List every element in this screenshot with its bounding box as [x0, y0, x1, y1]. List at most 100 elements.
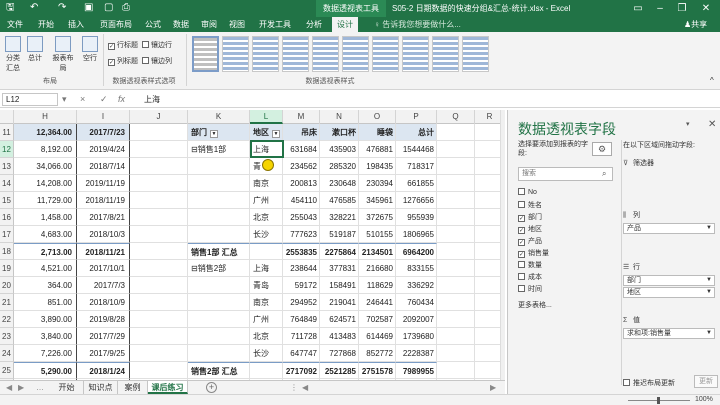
row-header[interactable]: 18 — [0, 243, 14, 260]
cell-q[interactable] — [437, 226, 475, 243]
cell-h[interactable]: 8,192.00 — [14, 141, 77, 158]
cell-m[interactable]: 59172 — [283, 277, 320, 294]
cell-h[interactable]: 364.00 — [14, 277, 77, 294]
cell-h[interactable]: 4,683.00 — [14, 226, 77, 243]
cell-k[interactable]: 部门 ▼ — [188, 124, 250, 141]
cell-k[interactable] — [188, 158, 250, 175]
print-icon[interactable]: ⎙ — [122, 2, 130, 14]
pivot-style-thumbnail[interactable] — [252, 36, 279, 72]
field-checkbox[interactable]: 姓名 — [518, 200, 542, 210]
field-checkbox[interactable]: No — [518, 188, 537, 196]
cell-j[interactable] — [130, 209, 188, 226]
cell-h[interactable]: 11,729.00 — [14, 192, 77, 209]
cell-k[interactable] — [188, 294, 250, 311]
pivot-style-thumbnail[interactable] — [312, 36, 339, 72]
cell-n[interactable]: 2275864 — [320, 243, 359, 260]
cell-o[interactable]: 614469 — [359, 328, 396, 345]
more-tables-link[interactable]: 更多表格... — [518, 300, 552, 310]
collapse-ribbon-icon[interactable]: ^ — [710, 76, 714, 85]
cell-m[interactable]: 294952 — [283, 294, 320, 311]
row-header[interactable]: 16 — [0, 209, 14, 226]
vertical-scrollbar[interactable] — [500, 110, 505, 380]
blank-rows-button[interactable]: 空行 — [80, 36, 100, 63]
cell-k[interactable] — [188, 345, 250, 362]
cell-n[interactable]: 476585 — [320, 192, 359, 209]
name-box[interactable]: L12 — [2, 93, 58, 106]
cell-h[interactable]: 1,458.00 — [14, 209, 77, 226]
cell-i[interactable]: 2017/9/25 — [77, 345, 130, 362]
cell-j[interactable] — [130, 260, 188, 277]
cell-o[interactable]: 246441 — [359, 294, 396, 311]
cell-j[interactable] — [130, 362, 188, 379]
update-button[interactable]: 更新 — [694, 375, 718, 388]
subtotals-button[interactable]: 分类汇总 — [3, 36, 23, 73]
cell-p[interactable]: 760434 — [396, 294, 437, 311]
cell-n[interactable]: 328221 — [320, 209, 359, 226]
cell-k[interactable]: 销售2部 汇总 — [188, 362, 250, 379]
cell-o[interactable]: 702587 — [359, 311, 396, 328]
report-layout-button[interactable]: 报表布局 — [50, 36, 76, 73]
cell-p[interactable]: 总计 — [396, 124, 437, 141]
cell-p[interactable]: 6964200 — [396, 243, 437, 260]
cell-l[interactable]: 广州 — [250, 192, 283, 209]
cell-n[interactable]: 漱口杯 — [320, 124, 359, 141]
cell-q[interactable] — [437, 175, 475, 192]
cell-j[interactable] — [130, 311, 188, 328]
cell-j[interactable] — [130, 141, 188, 158]
pivot-style-thumbnail[interactable] — [432, 36, 459, 72]
sheet-tab[interactable]: 案例 — [118, 381, 148, 394]
field-checkbox[interactable]: 时间 — [518, 284, 542, 294]
tab-data[interactable]: 数据 — [170, 17, 192, 32]
cell-n[interactable]: 413483 — [320, 328, 359, 345]
add-sheet-button[interactable]: + — [206, 382, 217, 393]
cell-o[interactable]: 2751578 — [359, 362, 396, 379]
cell-i[interactable]: 2017/7/23 — [77, 124, 130, 141]
pivot-style-thumbnail[interactable] — [372, 36, 399, 72]
column-header[interactable]: M — [283, 110, 320, 124]
cell-l[interactable]: 北京 — [250, 209, 283, 226]
column-header[interactable]: J — [130, 110, 188, 124]
cell-j[interactable] — [130, 175, 188, 192]
sheet-tab[interactable]: 开始 — [50, 381, 84, 394]
defer-update-checkbox[interactable]: 推迟布局更新 — [623, 378, 675, 388]
row-header[interactable]: 21 — [0, 294, 14, 311]
cell-p[interactable]: 661855 — [396, 175, 437, 192]
cell-m[interactable]: 631684 — [283, 141, 320, 158]
save-icon[interactable]: 🖫 — [6, 2, 15, 14]
cell-n[interactable]: 285320 — [320, 158, 359, 175]
cell-p[interactable]: 2228387 — [396, 345, 437, 362]
cell-i[interactable]: 2018/11/21 — [77, 243, 130, 260]
cell-k[interactable] — [188, 311, 250, 328]
cell-k[interactable] — [188, 328, 250, 345]
field-checkbox[interactable]: 成本 — [518, 272, 542, 282]
cell-j[interactable] — [130, 226, 188, 243]
cell-m[interactable]: 454110 — [283, 192, 320, 209]
cell-o[interactable]: 476881 — [359, 141, 396, 158]
values-field-item[interactable]: 求和项:销售量 ▼ — [623, 328, 715, 339]
cell-m[interactable]: 764849 — [283, 311, 320, 328]
cell-n[interactable]: 435903 — [320, 141, 359, 158]
cell-q[interactable] — [437, 260, 475, 277]
cell-n[interactable]: 519187 — [320, 226, 359, 243]
cell-i[interactable]: 2019/8/28 — [77, 311, 130, 328]
cell-m[interactable]: 238644 — [283, 260, 320, 277]
pivot-style-thumbnail[interactable] — [462, 36, 489, 72]
cell-l[interactable]: 上海 — [250, 260, 283, 277]
cell-o[interactable]: 230394 — [359, 175, 396, 192]
cell-n[interactable]: 219041 — [320, 294, 359, 311]
cell-i[interactable]: 2019/4/24 — [77, 141, 130, 158]
cell-k[interactable] — [188, 175, 250, 192]
cell-j[interactable] — [130, 243, 188, 260]
cell-l[interactable]: 地区 ▼ — [250, 124, 283, 141]
row-header[interactable]: 14 — [0, 175, 14, 192]
cell-i[interactable]: 2018/11/19 — [77, 192, 130, 209]
cell-q[interactable] — [437, 362, 475, 379]
more-sheets-icon[interactable]: … — [36, 381, 44, 394]
chevron-down-icon[interactable]: ▼ — [706, 224, 712, 233]
cell-m[interactable]: 647747 — [283, 345, 320, 362]
grand-totals-button[interactable]: 总计 — [26, 36, 44, 63]
column-headers-checkbox[interactable]: ✓ 列标题 — [108, 56, 138, 66]
sheet-tab[interactable]: 知识点 — [84, 381, 118, 394]
tab-analyze[interactable]: 分析 — [302, 17, 326, 32]
cell-m[interactable]: 255043 — [283, 209, 320, 226]
